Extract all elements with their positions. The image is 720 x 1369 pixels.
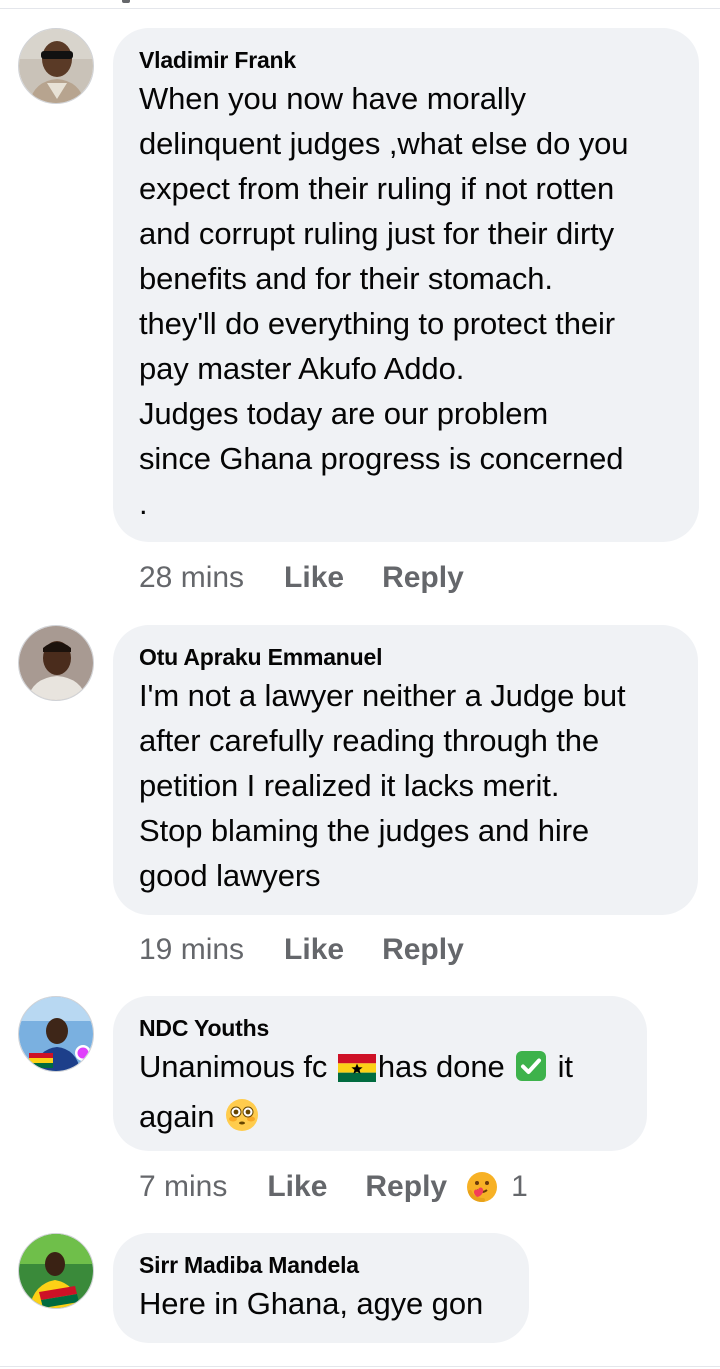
avatar[interactable] [18,625,94,701]
comment-bubble: Otu Apraku Emmanuel I'm not a lawyer nei… [113,625,698,915]
comment-bubble: Vladimir Frank When you now have morally… [113,28,699,542]
comment-timestamp[interactable]: 7 mins [139,1170,227,1204]
comment-timestamp[interactable]: 19 mins [139,933,244,967]
comment-author[interactable]: Sirr Madiba Mandela [139,1251,503,1279]
comment-author[interactable]: NDC Youths [139,1014,621,1042]
comment-text-part: it [549,1049,573,1084]
care-reaction-icon[interactable] [465,1170,499,1204]
reply-button[interactable]: Reply [365,1170,447,1204]
comment-text: Unanimous fc has done it again [139,1044,621,1144]
flushed-face-icon [225,1098,259,1144]
reply-button[interactable]: Reply [382,561,464,595]
like-button[interactable]: Like [284,561,344,595]
comment-text: When you now have morally delinquent jud… [139,81,629,521]
comment-text-part: has done [377,1049,514,1084]
comment-text: I'm not a lawyer neither a Judge but aft… [139,678,626,893]
comment-text-part: again [139,1099,223,1134]
like-button[interactable]: Like [284,933,344,967]
ghana-flag-icon [337,1049,376,1094]
avatar[interactable] [18,996,94,1072]
comment-text-part: Unanimous fc [139,1049,336,1084]
check-mark-icon [515,1049,547,1094]
top-divider [0,0,720,9]
comment-bubble: Sirr Madiba Mandela Here in Ghana, agye … [113,1233,529,1343]
comment-bubble: NDC Youths Unanimous fc has done it agai… [113,996,647,1151]
comment-author[interactable]: Otu Apraku Emmanuel [139,643,672,671]
top-edge-mark [122,0,130,3]
comment-text: Here in Ghana, agye gon [139,1286,484,1321]
comment-timestamp[interactable]: 28 mins [139,561,244,595]
reply-button[interactable]: Reply [382,933,464,967]
comment-actions: 19 mins Like Reply [139,930,502,970]
comment-author[interactable]: Vladimir Frank [139,46,673,74]
reaction-count[interactable]: 1 [511,1170,528,1204]
comment-actions: 28 mins Like Reply [139,558,502,598]
like-button[interactable]: Like [267,1170,327,1204]
avatar[interactable] [18,1233,94,1309]
comment-actions: 7 mins Like Reply 1 [139,1167,528,1207]
avatar[interactable] [18,28,94,104]
bottom-divider [0,1366,720,1367]
